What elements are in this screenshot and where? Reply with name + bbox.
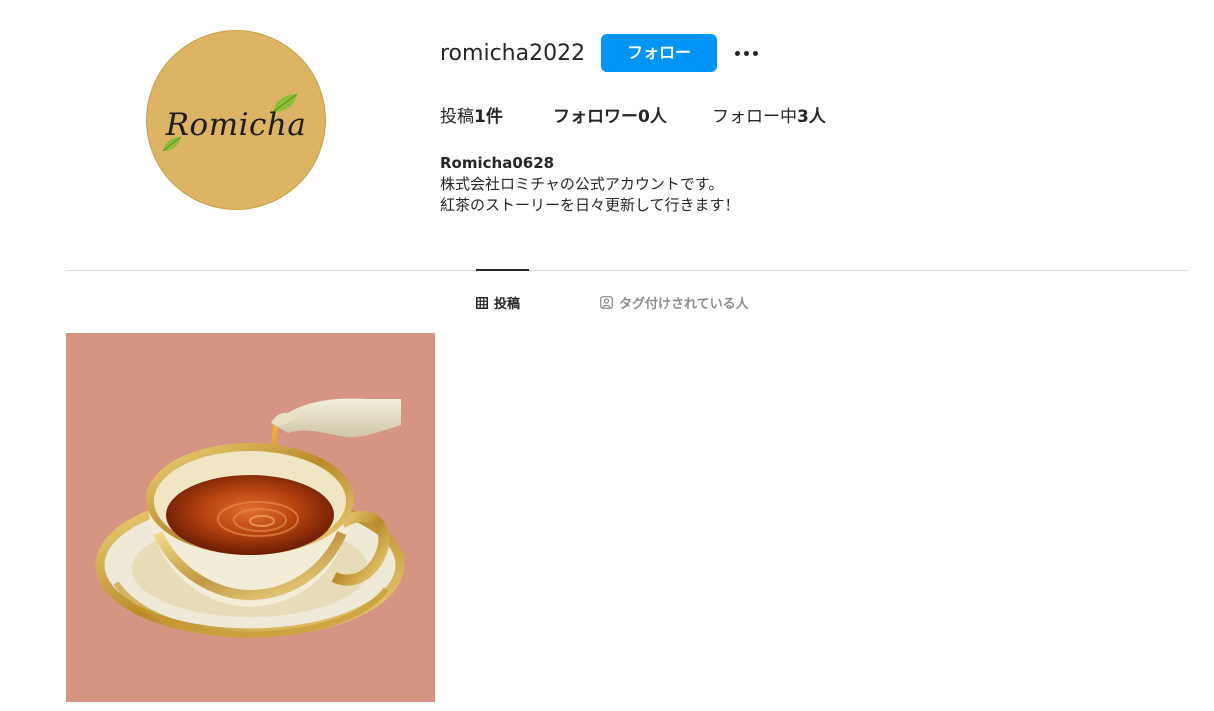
following-value: 3人 — [797, 107, 826, 127]
following-link[interactable]: フォロー中3人 — [712, 105, 826, 129]
following-label: フォロー中 — [712, 107, 797, 127]
active-tab-indicator — [476, 269, 529, 271]
teacup-image — [95, 398, 405, 639]
tab-tagged[interactable]: タグ付けされている人 — [600, 293, 749, 312]
followers-label: フォロワー — [553, 107, 638, 127]
posts-value: 1件 — [474, 107, 503, 127]
profile-bio: Romicha0628 株式会社ロミチャの公式アカウントです。 紅茶のストーリー… — [440, 153, 740, 216]
followers-value: 0人 — [638, 107, 667, 127]
bio-line: 紅茶のストーリーを日々更新して行きます！ — [440, 196, 740, 214]
followers-link[interactable]: フォロワー0人 — [553, 105, 667, 129]
follow-button[interactable]: フォロー — [601, 34, 717, 72]
posts-label: 投稿 — [440, 107, 474, 127]
tab-posts-label: 投稿 — [494, 297, 521, 312]
tagged-user-icon — [600, 296, 613, 309]
bio-line: 株式会社ロミチャの公式アカウントです。 — [440, 175, 724, 193]
bio-name: Romicha0628 — [440, 154, 555, 172]
profile-avatar[interactable]: Romicha — [146, 30, 326, 210]
more-options-icon[interactable] — [730, 40, 762, 66]
tab-posts[interactable]: 投稿 — [476, 293, 520, 312]
grid-icon — [476, 296, 488, 309]
tabs-divider — [66, 270, 1188, 271]
posts-count: 投稿1件 — [440, 105, 503, 129]
post-thumbnail[interactable] — [66, 333, 435, 702]
profile-username: romicha2022 — [440, 41, 586, 66]
avatar-logo: Romicha — [165, 107, 307, 143]
tab-tagged-label: タグ付けされている人 — [619, 297, 749, 312]
